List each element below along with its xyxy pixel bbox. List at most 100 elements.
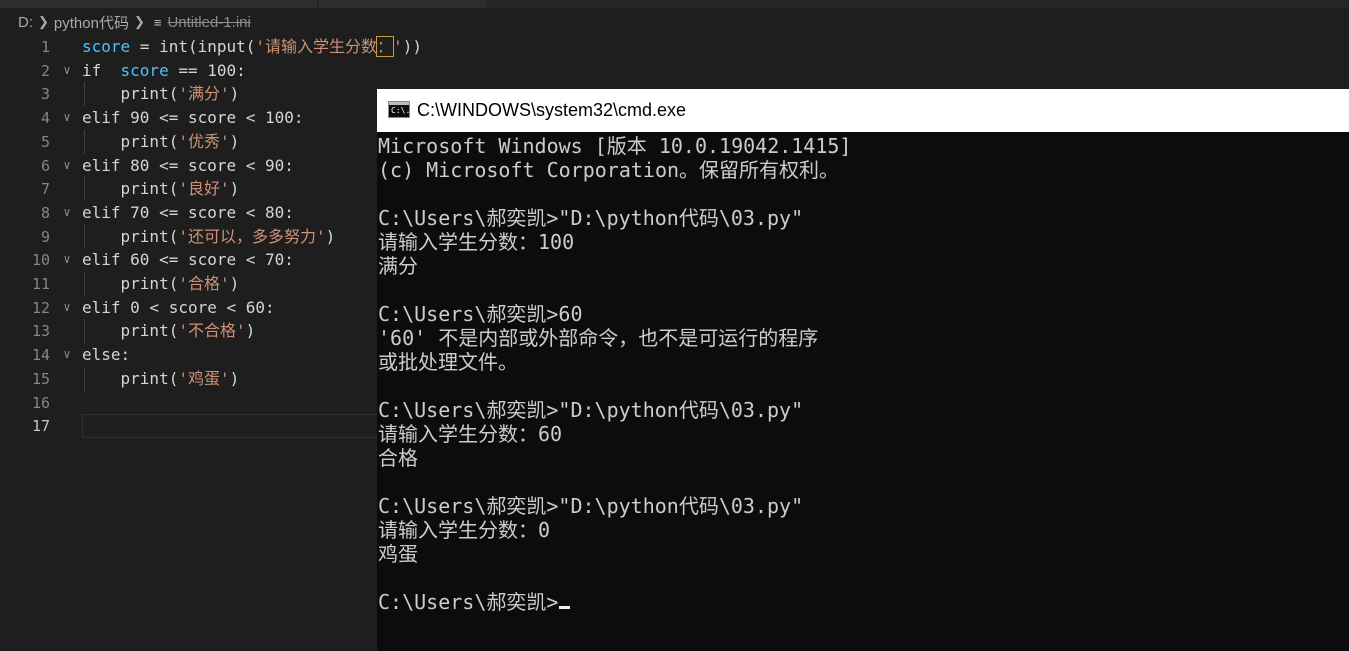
console-line: 请输入学生分数：0 bbox=[378, 518, 550, 542]
cmd-app-icon: C:\. bbox=[388, 101, 410, 118]
variable-token: score bbox=[120, 60, 169, 80]
console-line-text: 请输入学生分数：60 bbox=[378, 422, 563, 446]
code-token: print( bbox=[82, 274, 179, 293]
code-token: print( bbox=[82, 226, 179, 246]
code-token: = int(input( bbox=[130, 37, 256, 56]
code-token: else bbox=[82, 345, 121, 365]
code-text: elif 60 <= score < 70: bbox=[82, 249, 294, 271]
cmd-window[interactable]: C:\. C:\WINDOWS\system32\cmd.exe Microso… bbox=[377, 89, 1349, 651]
code-text: print('良好') bbox=[82, 178, 240, 200]
fold-chevron-icon[interactable]: ∨ bbox=[60, 63, 74, 77]
code-token: == 100: bbox=[168, 60, 246, 80]
editor-tab[interactable] bbox=[0, 0, 317, 8]
code-token: elif bbox=[82, 297, 121, 317]
console-line: C:\Users\郝奕凯>"D:\python代码\03.py" bbox=[378, 398, 803, 422]
code-line[interactable]: 5 print('优秀') bbox=[0, 129, 380, 154]
cmd-console-output[interactable]: Microsoft Windows [版本 10.0.19042.1415] (c… bbox=[378, 134, 1343, 649]
console-line: 满分 bbox=[378, 254, 418, 278]
code-line[interactable]: 6 ∨ elif 80 <= score < 90: bbox=[0, 154, 380, 178]
fold-chevron-icon[interactable]: ∨ bbox=[60, 205, 74, 219]
string-literal: '优秀' bbox=[178, 131, 230, 151]
string-literal: '合格' bbox=[178, 274, 230, 293]
code-line[interactable]: 13 print('不合格') bbox=[0, 319, 380, 344]
code-text: print('优秀') bbox=[82, 131, 240, 153]
code-token: ) bbox=[229, 131, 240, 151]
code-token: 60 <= score < 70: bbox=[120, 250, 294, 270]
code-line[interactable]: 17 bbox=[0, 414, 382, 439]
code-line[interactable]: 10 ∨ elif 60 <= score < 70: bbox=[0, 248, 380, 272]
code-text: print('合格') bbox=[82, 273, 240, 295]
console-line-text: '60' 不是内部或外部命令，也不是可运行的程序 bbox=[378, 326, 819, 350]
line-number: 14 bbox=[31, 346, 50, 365]
line-number: 1 bbox=[40, 38, 50, 56]
code-text: score = int(input('请输入学生分数：')) bbox=[82, 36, 422, 58]
code-line[interactable]: 15 print('鸡蛋') bbox=[0, 366, 380, 391]
code-line[interactable]: 12 ∨ elif 0 < score < 60: bbox=[0, 296, 380, 320]
code-line[interactable]: 14 ∨ else: bbox=[0, 343, 380, 367]
fold-chevron-icon[interactable]: ∨ bbox=[60, 300, 74, 314]
code-line[interactable]: 7 print('良好') bbox=[0, 177, 380, 202]
code-token: 0 < score < 60: bbox=[120, 297, 275, 317]
console-line: C:\Users\郝奕凯>60 bbox=[378, 302, 583, 326]
line-number: 4 bbox=[40, 109, 50, 128]
breadcrumb: D: ❯ python代码 ❯ ≡ Untitled-1.ini bbox=[18, 11, 251, 33]
console-line-text: 请输入学生分数：0 bbox=[378, 518, 551, 542]
line-number: 6 bbox=[40, 156, 50, 175]
code-line[interactable]: 4 ∨ elif 90 <= score < 100: bbox=[0, 106, 380, 130]
code-token: print( bbox=[82, 131, 179, 151]
code-token: 90 <= score < 100: bbox=[120, 108, 304, 128]
cmd-titlebar[interactable]: C:\. C:\WINDOWS\system32\cmd.exe bbox=[377, 89, 1349, 132]
code-token: print( bbox=[82, 368, 179, 388]
code-line[interactable]: 11 print('合格') bbox=[0, 272, 380, 296]
breadcrumb-folder[interactable]: python代码 bbox=[54, 12, 129, 33]
chevron-right-icon: ❯ bbox=[133, 14, 145, 29]
code-line[interactable]: 9 print('还可以，多多努力') bbox=[0, 224, 380, 249]
fold-chevron-icon[interactable]: ∨ bbox=[60, 110, 74, 124]
console-line-text: C:\Users\郝奕凯>60 bbox=[378, 302, 583, 326]
console-line-text: 请输入学生分数：100 bbox=[378, 230, 575, 254]
code-line[interactable]: 16 bbox=[0, 391, 380, 415]
code-line[interactable]: 3 print('满分') bbox=[0, 82, 380, 107]
fold-chevron-icon[interactable]: ∨ bbox=[60, 158, 74, 172]
breadcrumb-drive[interactable]: D: bbox=[18, 14, 33, 31]
breadcrumb-file[interactable]: Untitled-1.ini bbox=[167, 14, 250, 31]
string-literal: ' bbox=[393, 37, 403, 56]
fold-chevron-icon[interactable]: ∨ bbox=[60, 252, 74, 266]
code-text: elif 90 <= score < 100: bbox=[82, 107, 304, 129]
code-editor[interactable]: 1 score = int(input('请输入学生分数：')) 2 ∨ if scor… bbox=[0, 35, 422, 651]
string-literal: '鸡蛋' bbox=[178, 368, 230, 388]
console-line: (c) Microsoft Corporation。保留所有权利。 bbox=[378, 158, 839, 182]
desktop: D: ❯ python代码 ❯ ≡ Untitled-1.ini 1 score … bbox=[0, 0, 1349, 651]
code-line[interactable]: 1 score = int(input('请输入学生分数：')) bbox=[0, 35, 422, 59]
code-text: elif 0 < score < 60: bbox=[82, 297, 275, 319]
console-line-text: Microsoft Windows [版本 10.0.19042.1415] bbox=[378, 134, 852, 158]
code-text: print('满分') bbox=[82, 83, 240, 105]
line-number: 13 bbox=[31, 322, 50, 341]
fold-chevron-icon[interactable]: ∨ bbox=[60, 347, 74, 361]
console-line: 或批处理文件。 bbox=[378, 350, 518, 374]
code-token: elif bbox=[82, 250, 121, 270]
code-line[interactable]: 8 ∨ elif 70 <= score < 80: bbox=[0, 201, 380, 225]
line-number: 11 bbox=[31, 275, 50, 293]
line-number: 2 bbox=[40, 61, 50, 80]
code-text: print('还可以，多多努力') bbox=[82, 226, 336, 248]
code-line[interactable]: 2 ∨ if score == 100: bbox=[0, 59, 380, 83]
code-token: ) bbox=[229, 179, 240, 199]
editor-tab[interactable] bbox=[319, 0, 486, 8]
code-text: elif 80 <= score < 90: bbox=[82, 155, 294, 177]
code-text: else: bbox=[82, 344, 130, 366]
code-token: ) bbox=[229, 274, 240, 293]
console-line-text: 鸡蛋 bbox=[378, 542, 418, 566]
string-literal: ： bbox=[376, 36, 395, 57]
line-number: 8 bbox=[40, 203, 50, 222]
code-token: elif bbox=[82, 108, 121, 128]
code-text: print('鸡蛋') bbox=[82, 368, 240, 390]
console-line-text: 或批处理文件。 bbox=[378, 350, 518, 374]
string-literal: '良好' bbox=[178, 179, 230, 199]
console-line: 请输入学生分数：60 bbox=[378, 422, 562, 446]
line-number: 7 bbox=[40, 180, 50, 199]
console-line-text: (c) Microsoft Corporation。保留所有权利。 bbox=[378, 158, 840, 182]
variable-token: score bbox=[82, 37, 131, 56]
console-line: 鸡蛋 bbox=[378, 542, 418, 566]
console-line: '60' 不是内部或外部命令，也不是可运行的程序 bbox=[378, 326, 818, 350]
